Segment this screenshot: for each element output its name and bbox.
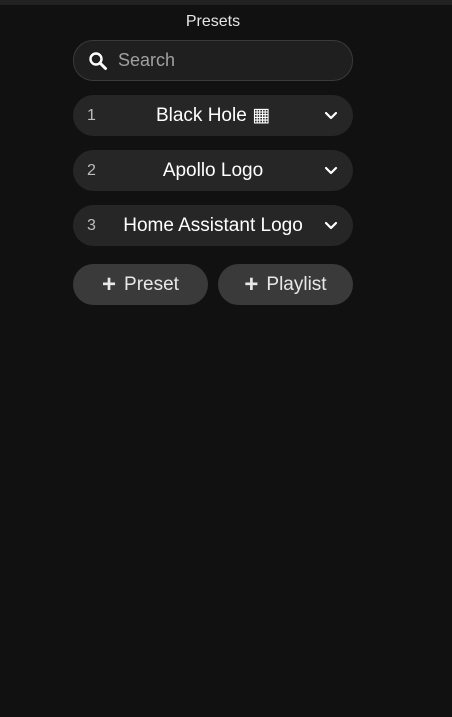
preset-name: Apollo Logo: [162, 159, 264, 181]
add-preset-label: Preset: [124, 273, 179, 295]
plus-icon: +: [102, 270, 117, 298]
chevron-down-icon[interactable]: [323, 163, 339, 179]
preset-number: 3: [87, 216, 96, 234]
preset-item[interactable]: 2 Apollo Logo: [73, 150, 353, 191]
add-preset-button[interactable]: + Preset: [73, 264, 208, 305]
search-input[interactable]: [118, 50, 338, 71]
preset-number: 2: [87, 161, 96, 179]
preset-item[interactable]: 3 Home Assistant Logo: [73, 205, 353, 246]
preset-item[interactable]: 1 Black Hole ▦: [73, 95, 353, 136]
chevron-down-icon[interactable]: [323, 218, 339, 234]
plus-icon: +: [244, 270, 259, 298]
preset-number: 1: [87, 106, 96, 124]
chevron-down-icon[interactable]: [323, 108, 339, 124]
add-playlist-label: Playlist: [266, 273, 327, 295]
panel-title: Presets: [185, 13, 241, 30]
preset-name: Black Hole ▦: [155, 105, 271, 126]
preset-name: Home Assistant Logo: [123, 214, 303, 236]
search-icon: [88, 51, 108, 71]
search-box[interactable]: [73, 40, 353, 81]
top-bar: [0, 0, 452, 5]
add-playlist-button[interactable]: + Playlist: [218, 264, 353, 305]
